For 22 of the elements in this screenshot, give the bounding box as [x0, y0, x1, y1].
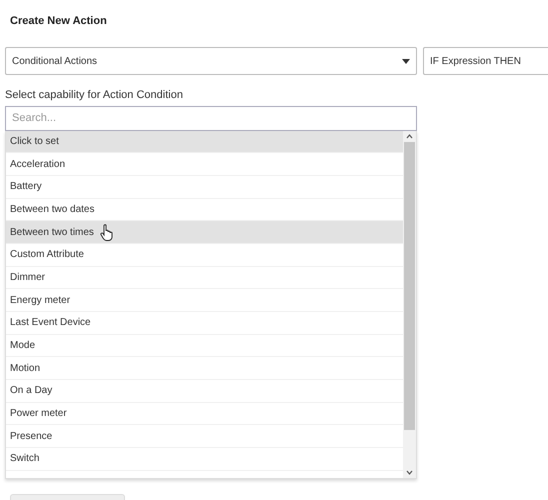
option-item[interactable]: Click to set: [6, 130, 403, 154]
option-item[interactable]: Presence: [6, 425, 403, 448]
search-field[interactable]: Search...: [5, 106, 417, 130]
option-item[interactable]: On a Day: [6, 380, 403, 403]
option-item[interactable]: Dimmer: [6, 266, 403, 290]
option-item[interactable]: Mode: [6, 334, 403, 358]
option-item[interactable]: Switch: [6, 448, 403, 471]
option-item[interactable]: Battery: [6, 176, 403, 199]
action-subtype-select[interactable]: IF Expression THEN: [423, 47, 548, 75]
option-item[interactable]: Between two dates: [6, 198, 403, 222]
option-item[interactable]: Power meter: [6, 402, 403, 426]
option-item[interactable]: Custom Attribute: [6, 244, 403, 267]
hand-cursor-icon: [100, 224, 114, 241]
action-type-select[interactable]: Conditional Actions: [5, 47, 417, 75]
field-label: Select capability for Action Condition: [5, 89, 183, 101]
option-item[interactable]: Motion: [6, 357, 403, 380]
option-item[interactable]: Acceleration: [6, 153, 403, 176]
page-title: Create New Action: [10, 15, 107, 27]
option-item[interactable]: Last Event Device: [6, 312, 403, 335]
option-item[interactable]: Between two times: [6, 221, 403, 244]
option-item[interactable]: Energy meter: [6, 289, 403, 312]
caret-icon: [402, 58, 410, 64]
